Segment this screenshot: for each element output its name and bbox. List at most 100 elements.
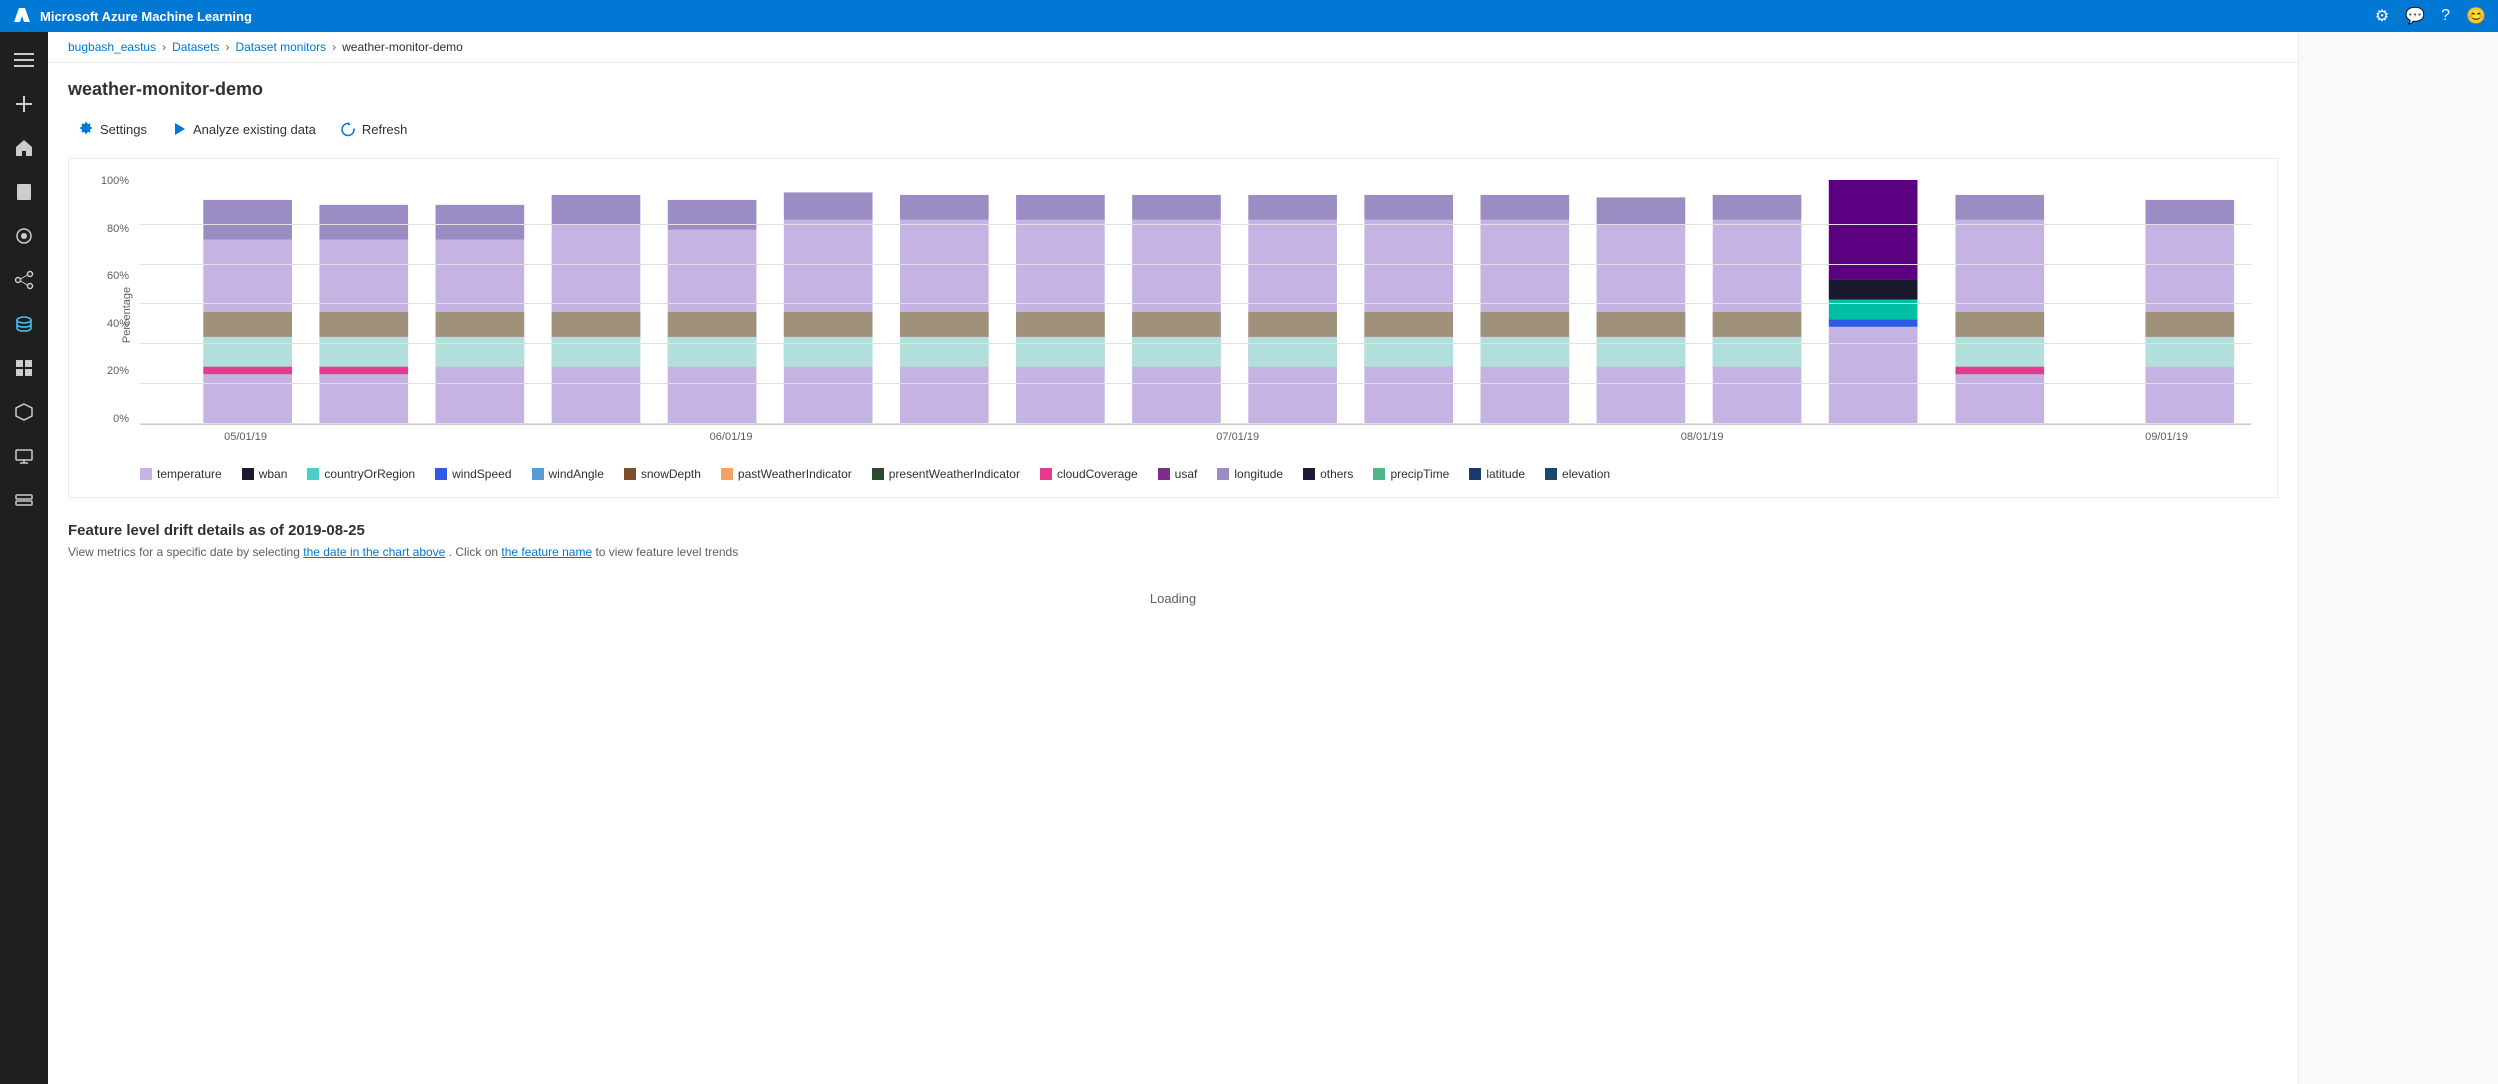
- y-label-20: 20%: [107, 365, 129, 377]
- legend-color-precipTime: [1373, 468, 1385, 480]
- legend-label-others: others: [1320, 467, 1353, 481]
- content-area: bugbash_eastus › Datasets › Dataset moni…: [48, 32, 2298, 1084]
- account-icon[interactable]: 😊: [2466, 6, 2486, 26]
- legend-label-latitude: latitude: [1486, 467, 1525, 481]
- analyze-label: Analyze existing data: [193, 122, 316, 137]
- legend-color-usaf: [1158, 468, 1170, 480]
- settings-label: Settings: [100, 122, 147, 137]
- sidebar-item-new[interactable]: [4, 84, 44, 124]
- toolbar: Settings Analyze existing data Refresh: [68, 116, 2278, 142]
- sidebar-item-compute[interactable]: [4, 436, 44, 476]
- feature-desc-link1[interactable]: the date in the chart above: [303, 545, 445, 559]
- loading-indicator: Loading: [68, 571, 2278, 626]
- azure-logo-icon: [12, 6, 32, 26]
- legend-color-windAngle: [532, 468, 544, 480]
- settings-button[interactable]: Settings: [68, 116, 157, 142]
- legend-label-wban: wban: [259, 467, 288, 481]
- sidebar-item-home[interactable]: [4, 128, 44, 168]
- analyze-button[interactable]: Analyze existing data: [161, 116, 326, 142]
- legend-label-windSpeed: windSpeed: [452, 467, 511, 481]
- chart-plot-area[interactable]: [140, 175, 2251, 425]
- legend-label-precipTime: precipTime: [1390, 467, 1449, 481]
- analyze-icon: [171, 121, 187, 137]
- legend-label-presentWeatherIndicator: presentWeatherIndicator: [889, 467, 1020, 481]
- chart-wrapper[interactable]: 100% 80% 60% 40% 20% 0%: [85, 175, 2261, 455]
- legend-color-wban: [242, 468, 254, 480]
- legend-label-temperature: temperature: [157, 467, 222, 481]
- legend-color-temperature: [140, 468, 152, 480]
- feature-section: Feature level drift details as of 2019-0…: [68, 522, 2278, 626]
- legend-others: others: [1303, 467, 1353, 481]
- legend-windAngle: windAngle: [532, 467, 604, 481]
- legend-label-countryOrRegion: countryOrRegion: [324, 467, 415, 481]
- gridline-20: [140, 383, 2251, 384]
- refresh-button[interactable]: Refresh: [330, 116, 418, 142]
- legend-elevation: elevation: [1545, 467, 1610, 481]
- breadcrumb-sep-2: ›: [225, 40, 229, 54]
- gridline-80: [140, 264, 2251, 265]
- x-label-0901: 09/01/19: [2145, 431, 2188, 443]
- breadcrumb-current: weather-monitor-demo: [342, 40, 463, 54]
- legend-longitude: longitude: [1217, 467, 1283, 481]
- page-title: weather-monitor-demo: [68, 79, 2278, 100]
- settings-btn-icon: [78, 121, 94, 137]
- topbar: Microsoft Azure Machine Learning ⚙ 💬 ? 😊: [0, 0, 2498, 32]
- sidebar-item-notebooks[interactable]: [4, 172, 44, 212]
- x-label-0601: 06/01/19: [710, 431, 753, 443]
- legend-precipTime: precipTime: [1373, 467, 1449, 481]
- legend-label-pastWeatherIndicator: pastWeatherIndicator: [738, 467, 852, 481]
- legend-color-snowDepth: [624, 468, 636, 480]
- legend-label-elevation: elevation: [1562, 467, 1610, 481]
- legend-color-windSpeed: [435, 468, 447, 480]
- legend-color-countryOrRegion: [307, 468, 319, 480]
- topbar-icons: ⚙ 💬 ? 😊: [2375, 6, 2486, 26]
- sidebar-item-models[interactable]: [4, 348, 44, 388]
- feature-desc-start: View metrics for a specific date by sele…: [68, 545, 300, 559]
- y-axis-title: Percentage: [121, 287, 133, 343]
- x-label-0501: 05/01/19: [224, 431, 267, 443]
- legend-wban: wban: [242, 467, 288, 481]
- y-label-100: 100%: [101, 175, 129, 187]
- breadcrumb-sep-1: ›: [162, 40, 166, 54]
- feature-section-title: Feature level drift details as of 2019-0…: [68, 522, 2278, 539]
- feature-desc-end: to view feature level trends: [595, 545, 738, 559]
- right-panel: [2298, 32, 2498, 1084]
- legend-color-others: [1303, 468, 1315, 480]
- breadcrumb-datasets[interactable]: Datasets: [172, 40, 219, 54]
- legend-color-latitude: [1469, 468, 1481, 480]
- feature-desc-link2[interactable]: the feature name: [501, 545, 592, 559]
- help-icon[interactable]: ?: [2441, 7, 2450, 25]
- legend-presentWeatherIndicator: presentWeatherIndicator: [872, 467, 1020, 481]
- sidebar-item-experiments[interactable]: [4, 216, 44, 256]
- legend-color-longitude: [1217, 468, 1229, 480]
- gridline-0: [140, 423, 2251, 424]
- legend-cloudCoverage: cloudCoverage: [1040, 467, 1138, 481]
- gridline-100: [140, 224, 2251, 225]
- legend-label-windAngle: windAngle: [549, 467, 604, 481]
- topbar-title-area: Microsoft Azure Machine Learning: [12, 6, 252, 26]
- chart-legend: temperature wban countryOrRegion windSpe…: [85, 467, 2261, 481]
- refresh-icon: [340, 121, 356, 137]
- chart-container: 100% 80% 60% 40% 20% 0%: [68, 158, 2278, 498]
- settings-icon[interactable]: ⚙: [2375, 6, 2389, 26]
- x-label-0801: 08/01/19: [1681, 431, 1724, 443]
- legend-countryOrRegion: countryOrRegion: [307, 467, 415, 481]
- gridlines: [140, 175, 2251, 424]
- sidebar-item-endpoints[interactable]: [4, 392, 44, 432]
- sidebar-item-datastores[interactable]: [4, 480, 44, 520]
- breadcrumb-workspace[interactable]: bugbash_eastus: [68, 40, 156, 54]
- legend-color-cloudCoverage: [1040, 468, 1052, 480]
- legend-label-longitude: longitude: [1234, 467, 1283, 481]
- feature-desc-middle: . Click on: [449, 545, 498, 559]
- legend-temperature: temperature: [140, 467, 222, 481]
- sidebar-item-menu[interactable]: [4, 40, 44, 80]
- main-layout: bugbash_eastus › Datasets › Dataset moni…: [0, 32, 2498, 1084]
- feature-section-desc: View metrics for a specific date by sele…: [68, 545, 2278, 559]
- legend-label-snowDepth: snowDepth: [641, 467, 701, 481]
- breadcrumb-monitors[interactable]: Dataset monitors: [235, 40, 326, 54]
- sidebar-item-pipelines[interactable]: [4, 260, 44, 300]
- breadcrumb-sep-3: ›: [332, 40, 336, 54]
- chart-x-axis: 05/01/19 06/01/19 07/01/19 08/01/19 09/0…: [140, 427, 2251, 455]
- feedback-icon[interactable]: 💬: [2405, 6, 2425, 26]
- sidebar-item-datasets[interactable]: [4, 304, 44, 344]
